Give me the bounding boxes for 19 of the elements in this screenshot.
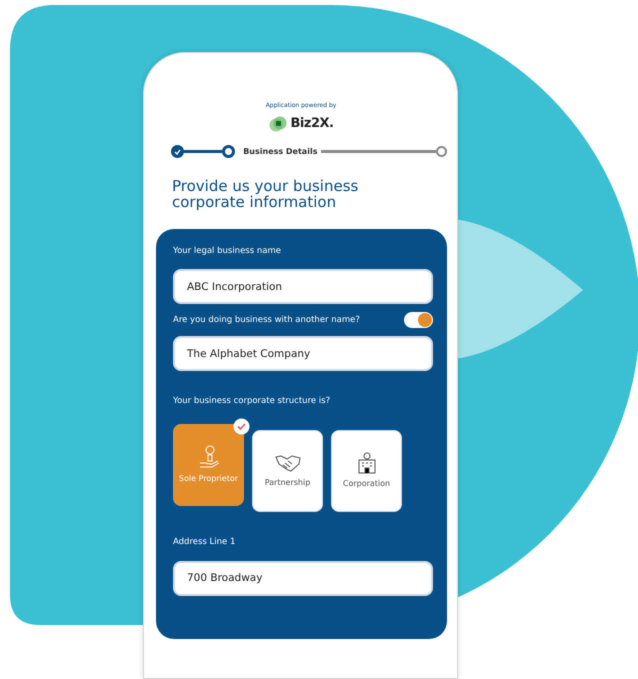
field-label: Are you doing business with another name? (173, 314, 360, 327)
logo-icon (268, 116, 287, 132)
field-label: Your legal business name (173, 244, 282, 258)
handshake-icon (274, 453, 300, 473)
check-icon (174, 148, 181, 154)
field-label: Address Line 1 (173, 536, 236, 549)
text-input[interactable]: 700 Broadway (173, 560, 433, 596)
page-heading: Provide us your business corporate information (172, 178, 360, 210)
coin-hand-icon (198, 445, 220, 469)
field-label: Your business corporate structure is? (173, 395, 332, 408)
toggle-switch[interactable] (404, 312, 433, 328)
structure-option[interactable]: Corporation (331, 430, 402, 512)
brand-name: Biz2X. (290, 115, 334, 133)
step-label: Business Details (243, 146, 318, 158)
check-icon (233, 418, 250, 435)
text-input[interactable]: The Alphabet Company (173, 336, 433, 372)
text-input[interactable]: ABC Incorporation (173, 269, 433, 304)
building-icon (356, 452, 378, 474)
structure-option[interactable]: Partnership (252, 430, 323, 512)
